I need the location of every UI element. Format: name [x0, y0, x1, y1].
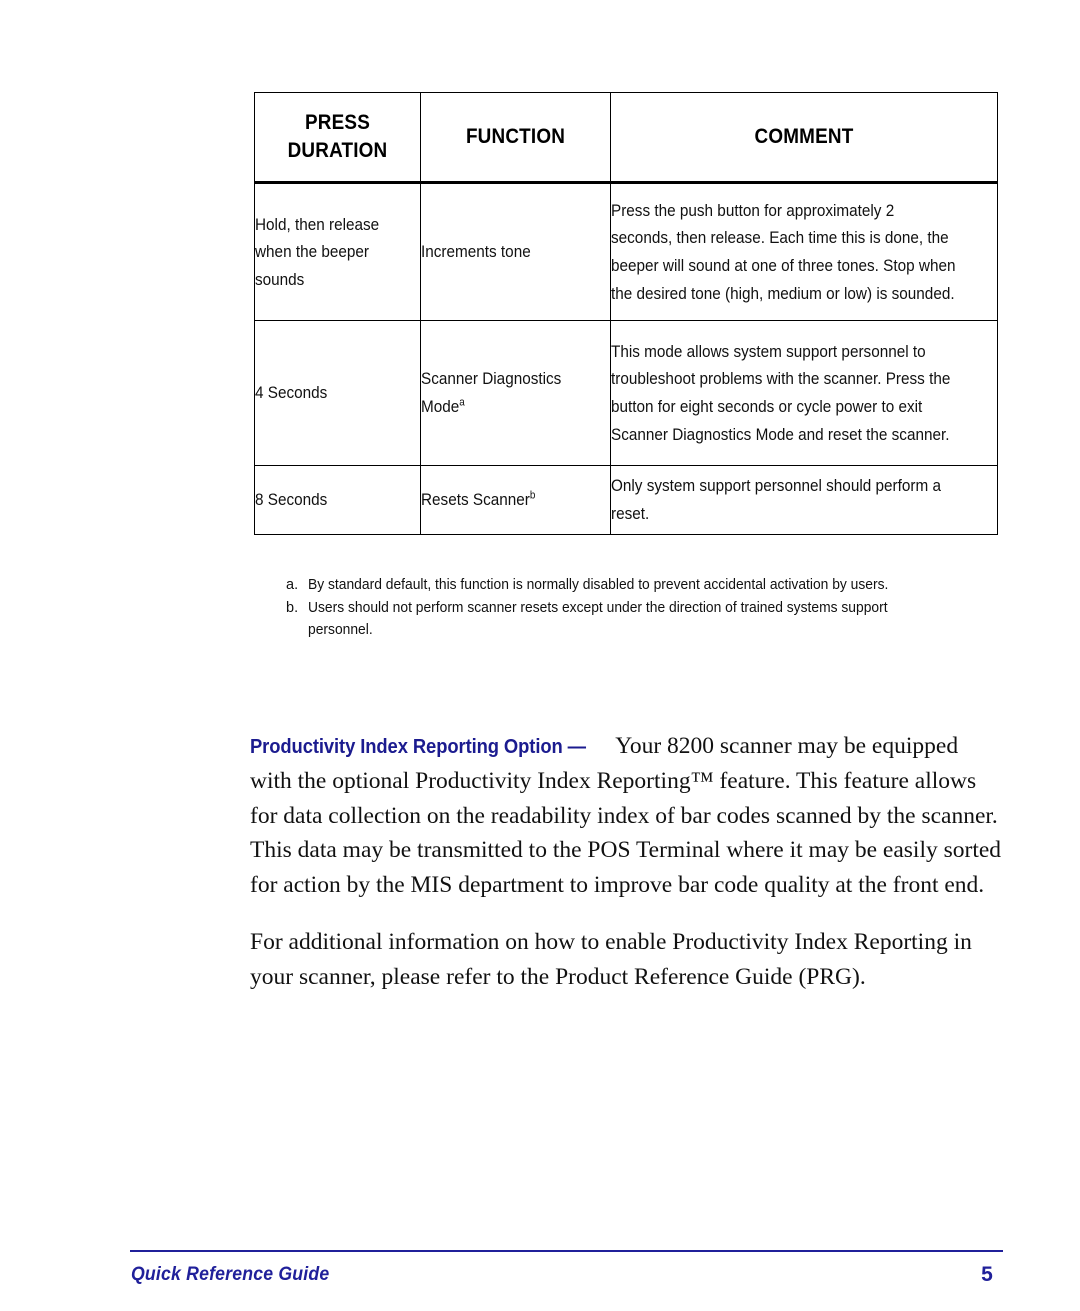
press-duration-table-container: PRESS DURATION FUNCTION COMMENT Hold, th… [254, 92, 998, 535]
footnote-a-marker: a. [286, 577, 299, 593]
table-header: PRESS DURATION FUNCTION COMMENT [254, 92, 998, 184]
press-duration-table: PRESS DURATION FUNCTION COMMENT Hold, th… [254, 92, 998, 535]
paragraph-additional-information: For additional information on how to ena… [250, 928, 972, 990]
cell-function: Scanner Diagnostics Modea [420, 320, 611, 466]
paragraph-productivity-index: Productivity Index Reporting Option — You… [250, 729, 1002, 903]
footnote-b-marker: b. [286, 600, 299, 617]
footnote-b: b. Users should not perform scanner rese… [286, 597, 986, 641]
footnote-a-text: By standard default, this function is no… [308, 577, 889, 593]
cell-comment: This mode allows system support personne… [610, 320, 998, 466]
column-header-function: FUNCTION [420, 92, 611, 184]
table-body: Hold, then release when the beeper sound… [254, 182, 998, 535]
column-header-comment: COMMENT [610, 92, 998, 184]
table-row: Hold, then release when the beeper sound… [254, 182, 998, 321]
cell-function: Resets Scannerb [420, 465, 611, 535]
footnote-b-text: Users should not perform scanner resets … [308, 600, 888, 639]
page-number: 5 [981, 1263, 993, 1286]
body-copy: Productivity Index Reporting Option — You… [250, 729, 1002, 1016]
paragraph-lead-in: Productivity Index Reporting Option — [250, 736, 586, 758]
cell-function: Increments tone [420, 182, 611, 321]
footer-divider [130, 1250, 1003, 1252]
cell-comment: Only system support personnel should per… [610, 465, 998, 535]
cell-duration: Hold, then release when the beeper sound… [254, 182, 421, 321]
table-row: 4 Seconds Scanner Diagnostics Modea This… [254, 320, 998, 466]
footnote-a: a. By standard default, this function is… [286, 574, 986, 596]
footer-title: Quick Reference Guide [131, 1264, 330, 1285]
table-header-row: PRESS DURATION FUNCTION COMMENT [254, 92, 998, 184]
column-header-press-duration-line1: PRESS [305, 111, 370, 135]
table-footnotes: a. By standard default, this function is… [286, 574, 986, 642]
cell-duration: 4 Seconds [254, 320, 421, 466]
table-row: 8 Seconds Resets Scannerb Only system su… [254, 465, 998, 535]
footnote-ref-b: b [529, 489, 536, 502]
footnote-ref-a: a [459, 396, 465, 409]
column-header-press-duration-line2: DURATION [287, 139, 388, 162]
column-header-press-duration: PRESS DURATION [254, 92, 421, 184]
cell-duration: 8 Seconds [254, 465, 421, 535]
cell-comment: Press the push button for approximately … [610, 182, 998, 321]
